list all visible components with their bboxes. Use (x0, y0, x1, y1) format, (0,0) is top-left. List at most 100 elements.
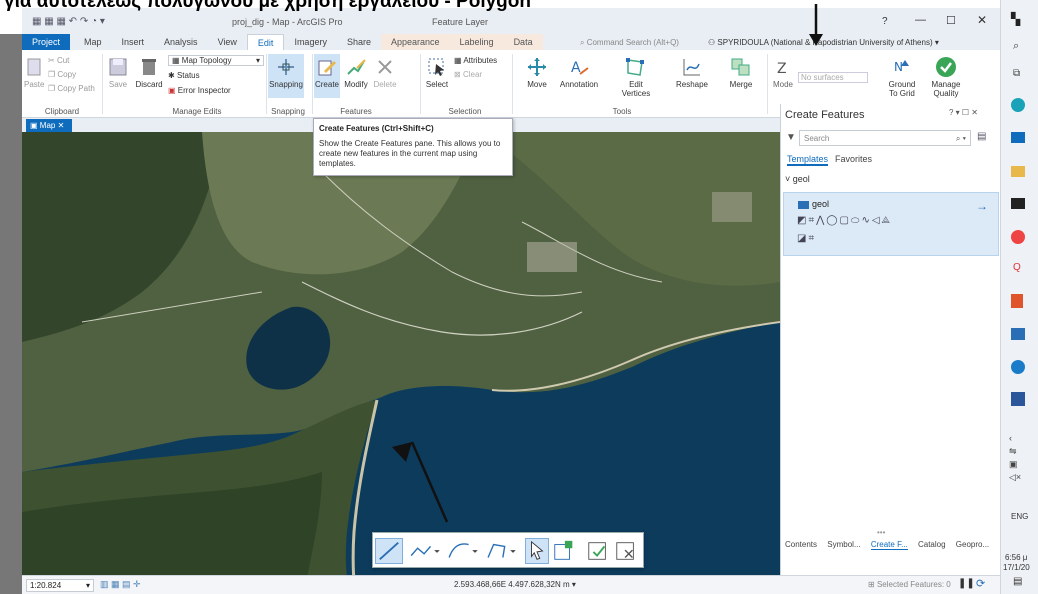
tab-create-features[interactable]: Create F... (870, 540, 908, 550)
construction-tools-row[interactable]: ◩⌗⋀◯▢⬭∿◁⟁ (797, 215, 892, 226)
surfaces-dropdown[interactable]: No surfaces (798, 72, 868, 83)
selected-features-count[interactable]: ⊞ Selected Features: 0 (868, 580, 951, 589)
close-button[interactable]: ✕ (977, 13, 987, 27)
tools-group-label: Tools (612, 107, 632, 116)
cut-label: Cut (56, 56, 70, 65)
map-view[interactable] (22, 132, 780, 594)
terminal-icon[interactable] (1011, 198, 1025, 209)
tab-symbology[interactable]: Symbol... (827, 540, 860, 549)
divider (266, 54, 267, 114)
pause-drawing-icon[interactable]: ❚❚ (958, 578, 975, 589)
notifications-icon[interactable]: ▤ (1013, 576, 1022, 587)
file-explorer-icon[interactable] (1011, 166, 1025, 177)
select-vertices-tool-button[interactable] (525, 538, 549, 564)
ribbon-tab-bar: Project Map Insert Analysis View Edit Im… (22, 34, 1000, 50)
finish-sketch-button[interactable] (585, 538, 611, 564)
chrome-icon[interactable] (1011, 230, 1025, 244)
store-icon[interactable] (1011, 328, 1025, 340)
clock-time[interactable]: 6:56 μ (1005, 553, 1027, 562)
ground-to-grid-button[interactable]: N Ground To Grid (884, 56, 920, 98)
tab-project[interactable]: Project (22, 34, 71, 50)
refresh-icon[interactable]: ⟳ (976, 577, 985, 590)
paste-button[interactable]: Paste (24, 56, 44, 89)
line-tool-button[interactable] (375, 538, 403, 564)
merge-button[interactable]: Merge (726, 56, 756, 89)
overlay-caption: για αυτοτελέως πολύγωνου με χρήση εργαλε… (4, 0, 531, 12)
map-view-tab[interactable]: ▣ Map ✕ (26, 119, 72, 132)
clock-date[interactable]: 17/1/20 (1003, 563, 1030, 572)
tab-imagery[interactable]: Imagery (284, 34, 337, 50)
snapping-label: Snapping (269, 80, 303, 89)
maximize-button[interactable]: ☐ (946, 14, 956, 27)
annotation-button[interactable]: A Annotation (558, 56, 600, 89)
tab-catalog[interactable]: Catalog (918, 540, 946, 549)
search-icon[interactable]: ⌕ (1013, 40, 1019, 53)
tab-edit[interactable]: Edit (246, 34, 285, 50)
status-button[interactable]: ✱ Status (168, 71, 200, 80)
attributes-button[interactable]: ▦ Attributes (454, 56, 497, 65)
delete-features-button[interactable]: Delete (372, 56, 398, 89)
tray-icons[interactable]: ‹ ⇋ ▣ ◁× (1009, 432, 1033, 484)
select-button[interactable]: Select (424, 56, 450, 89)
user-account[interactable]: ⚇ SPYRIDOULA (National & Kapodistrian Un… (700, 36, 1000, 50)
sketch-properties-button[interactable] (551, 538, 577, 564)
minimize-button[interactable]: — (915, 14, 926, 26)
app-icon[interactable]: Q (1013, 262, 1021, 273)
tab-contents[interactable]: Contents (785, 540, 817, 549)
word-icon[interactable] (1011, 392, 1025, 406)
pane-controls[interactable]: ? ▾ ☐ ✕ (949, 108, 978, 117)
layer-group-geol[interactable]: ˅ geol (785, 174, 810, 184)
right-angle-tool-button[interactable] (483, 538, 519, 564)
tab-geoprocessing[interactable]: Geopro... (956, 540, 989, 549)
clear-selection-button[interactable]: ⊠ Clear (454, 70, 482, 79)
construction-tools-row-2[interactable]: ◪⌗ (797, 233, 816, 244)
error-inspector-button[interactable]: ▣ Error Inspector (168, 86, 231, 95)
move-button[interactable]: Move (522, 56, 552, 89)
office-icon[interactable] (1011, 294, 1023, 308)
tab-map[interactable]: Map (74, 34, 112, 50)
create-features-button[interactable]: Create (314, 54, 340, 98)
template-item-geol[interactable]: geol → ◩⌗⋀◯▢⬭∿◁⟁ ◪⌗ (783, 192, 999, 256)
tab-analysis[interactable]: Analysis (154, 34, 208, 50)
tab-templates[interactable]: Templates (787, 154, 829, 166)
coordinates-display[interactable]: 2.593.468,66E 4.497.628,32N m ▾ (454, 580, 576, 589)
tab-data[interactable]: Data (503, 34, 543, 50)
map-topology-dropdown[interactable]: ▦ Map Topology ▾ (168, 55, 264, 66)
copy-button[interactable]: ❐ Copy (48, 70, 76, 79)
filter-icon[interactable]: ▼ (786, 132, 796, 143)
copy-path-button[interactable]: ❐ Copy Path (48, 84, 95, 93)
tab-view[interactable]: View (208, 34, 247, 50)
start-icon[interactable]: ▚ (1011, 12, 1020, 26)
polyline-tool-button[interactable] (407, 538, 443, 564)
help-icon[interactable]: ? (882, 16, 888, 27)
tab-labeling[interactable]: Labeling (449, 34, 504, 50)
arcgis-icon[interactable] (1011, 360, 1025, 374)
template-search-input[interactable]: Search ⌕ ▾ (799, 130, 971, 146)
task-view-icon[interactable]: ⧉ (1013, 68, 1020, 79)
command-search[interactable]: ⌕ Command Search (Alt+Q) (580, 36, 700, 50)
view-toolbar-icons[interactable]: ▥ ▦ ▤ ✛ (100, 579, 141, 590)
edge-icon[interactable] (1011, 98, 1025, 112)
elevation-mode-button[interactable]: Z Mode (770, 56, 796, 89)
modify-features-button[interactable]: Modify (342, 56, 370, 89)
manage-quality-button[interactable]: Manage Quality (926, 56, 966, 98)
language-indicator[interactable]: ENG (1011, 512, 1028, 521)
edit-vertices-button[interactable]: Edit Vertices (620, 56, 652, 98)
reshape-button[interactable]: Reshape (674, 56, 710, 89)
template-properties-arrow-icon[interactable]: → (976, 199, 988, 213)
cut-button[interactable]: ✂ Cut (48, 56, 69, 65)
manage-templates-icon[interactable]: ▤ (977, 131, 986, 142)
arc-tool-button[interactable] (445, 538, 481, 564)
cancel-sketch-button[interactable] (613, 538, 639, 564)
tab-favorites[interactable]: Favorites (835, 154, 872, 164)
tab-insert[interactable]: Insert (112, 34, 155, 50)
scale-dropdown[interactable]: 1:20.824 ▾ (26, 579, 94, 592)
sketch-properties-icon (554, 540, 573, 560)
quick-access-toolbar[interactable]: ▦ ▦ ▦ ↶ ↷ ◔ ▾ (32, 16, 105, 27)
snapping-button[interactable]: Snapping (268, 54, 304, 98)
mail-icon[interactable] (1011, 132, 1025, 143)
tab-appearance[interactable]: Appearance (380, 34, 450, 50)
tab-share[interactable]: Share (337, 34, 381, 50)
discard-edits-button[interactable]: Discard (134, 56, 164, 89)
save-edits-button[interactable]: Save (106, 56, 130, 89)
